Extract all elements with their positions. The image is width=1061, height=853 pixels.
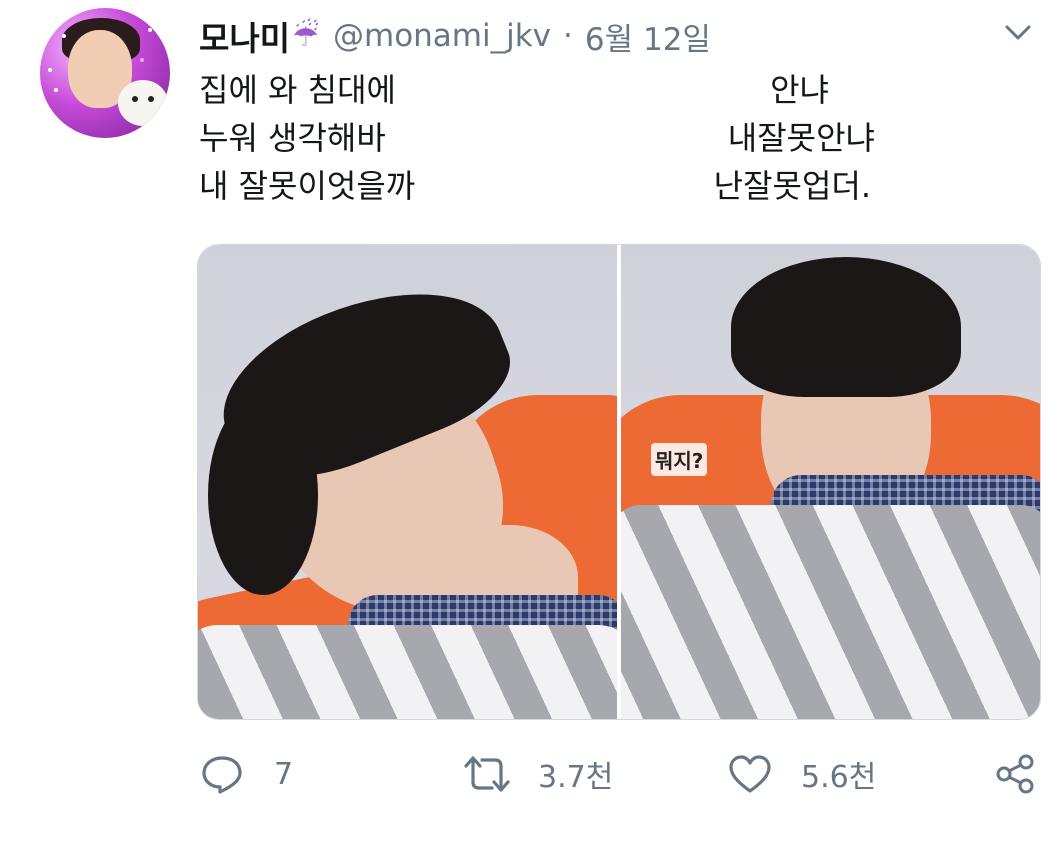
umbrella-icon: ☔ [292, 18, 319, 54]
tweet-line-left: 누워 생각해바 [199, 119, 386, 157]
avatar-sparkles [48, 68, 52, 72]
tweet-text: 집에 와 침대에 안냐 누워 생각해바 내잘못안냐 내 잘못이엇을까 난잘못업더… [199, 66, 889, 210]
media-image-right[interactable]: 뭐지? [621, 245, 1040, 719]
image-caption: 뭐지? [651, 443, 708, 476]
hair [731, 257, 961, 397]
share-button[interactable] [994, 744, 1036, 804]
tweet-line-left: 내 잘못이엇을까 [199, 167, 416, 205]
tweet-line: 내 잘못이엇을까 난잘못업더. [199, 162, 889, 210]
tweet-line: 누워 생각해바 내잘못안냐 [199, 114, 889, 162]
retweet-button[interactable]: 3.7천 [462, 744, 613, 804]
hair [208, 395, 318, 595]
heart-icon [729, 755, 771, 793]
tweet-date[interactable]: 6월 12일 [585, 14, 711, 59]
display-name[interactable]: 모나미 [199, 12, 290, 60]
tweet-media[interactable]: 뭐지? [197, 244, 1041, 720]
avatar-dog [118, 80, 168, 126]
tweet-line-left: 집에 와 침대에 [199, 71, 396, 109]
share-icon [996, 754, 1034, 794]
tweet-line-right: 안냐 [770, 71, 829, 109]
tweet-actions: 7 3.7천 5.6천 [0, 744, 1061, 804]
striped-blanket [198, 625, 617, 719]
avatar[interactable] [40, 8, 170, 138]
chevron-down-icon[interactable] [1003, 22, 1033, 44]
tweet-line: 집에 와 침대에 안냐 [199, 66, 889, 114]
reply-icon [202, 756, 242, 794]
retweet-icon [464, 756, 510, 792]
tweet-line-right: 난잘못업더. [713, 167, 871, 205]
tweet-line-right: 내잘못안냐 [727, 119, 875, 157]
like-button[interactable]: 5.6천 [727, 744, 876, 804]
like-count: 5.6천 [801, 760, 877, 795]
retweet-count: 3.7천 [538, 760, 614, 795]
tweet-header: 모나미 ☔ @monami_jkv · 6월 12일 [199, 8, 711, 64]
media-image-left[interactable] [198, 245, 617, 719]
reply-count: 7 [274, 756, 294, 792]
header-separator: · [563, 18, 573, 54]
reply-button[interactable]: 7 [200, 744, 293, 804]
user-handle[interactable]: @monami_jkv [333, 18, 551, 54]
striped-blanket [621, 505, 1040, 719]
